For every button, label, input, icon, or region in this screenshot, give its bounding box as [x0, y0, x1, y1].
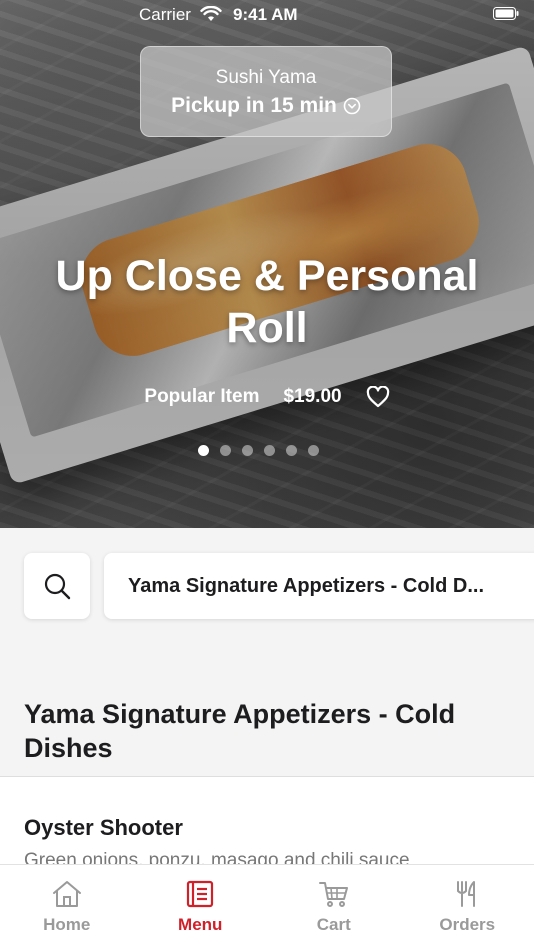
- popular-badge: Popular Item: [144, 386, 259, 408]
- search-button[interactable]: [24, 553, 90, 619]
- pickup-time: Pickup in 15 min: [171, 94, 337, 118]
- menu-icon: [183, 879, 217, 909]
- orders-icon: [450, 879, 484, 909]
- chevron-down-circle-icon: [343, 97, 361, 115]
- cart-icon: [317, 879, 351, 909]
- menu-item-name[interactable]: Oyster Shooter: [24, 815, 183, 841]
- status-bar: Carrier 9:41 AM: [0, 0, 534, 30]
- tab-bar: Home Menu Cart Orders: [0, 864, 534, 951]
- wifi-icon: [200, 6, 222, 22]
- tab-cart-label: Cart: [317, 915, 351, 935]
- featured-price: $19.00: [283, 386, 341, 408]
- carousel-dot[interactable]: [264, 445, 275, 456]
- home-icon: [50, 879, 84, 909]
- tab-menu-label: Menu: [178, 915, 222, 935]
- carousel-dot[interactable]: [220, 445, 231, 456]
- category-selected-label: Yama Signature Appetizers - Cold D...: [128, 575, 484, 598]
- tab-orders[interactable]: Orders: [401, 865, 534, 951]
- carousel-dot[interactable]: [198, 445, 209, 456]
- restaurant-name: Sushi Yama: [141, 67, 391, 89]
- tab-menu[interactable]: Menu: [134, 865, 268, 951]
- restaurant-pickup-selector[interactable]: Sushi Yama Pickup in 15 min: [140, 46, 392, 137]
- carousel-dot[interactable]: [308, 445, 319, 456]
- battery-icon: [493, 7, 519, 20]
- carousel-dot[interactable]: [242, 445, 253, 456]
- featured-item-title[interactable]: Up Close & Personal Roll: [20, 250, 514, 354]
- carousel-page-indicator[interactable]: [198, 445, 319, 456]
- search-icon: [42, 571, 72, 601]
- clock: 9:41 AM: [233, 5, 298, 25]
- tab-orders-label: Orders: [439, 915, 495, 935]
- section-title: Yama Signature Appetizers - Cold Dishes: [24, 697, 504, 765]
- carrier-label: Carrier: [139, 5, 191, 25]
- pickup-row: Pickup in 15 min: [171, 94, 361, 118]
- featured-item-meta: Popular Item $19.00: [0, 386, 534, 408]
- tab-home[interactable]: Home: [0, 865, 134, 951]
- tab-cart[interactable]: Cart: [267, 865, 401, 951]
- tab-home-label: Home: [43, 915, 90, 935]
- heart-icon[interactable]: [366, 386, 390, 408]
- category-selector[interactable]: Yama Signature Appetizers - Cold D...: [104, 553, 534, 619]
- carousel-dot[interactable]: [286, 445, 297, 456]
